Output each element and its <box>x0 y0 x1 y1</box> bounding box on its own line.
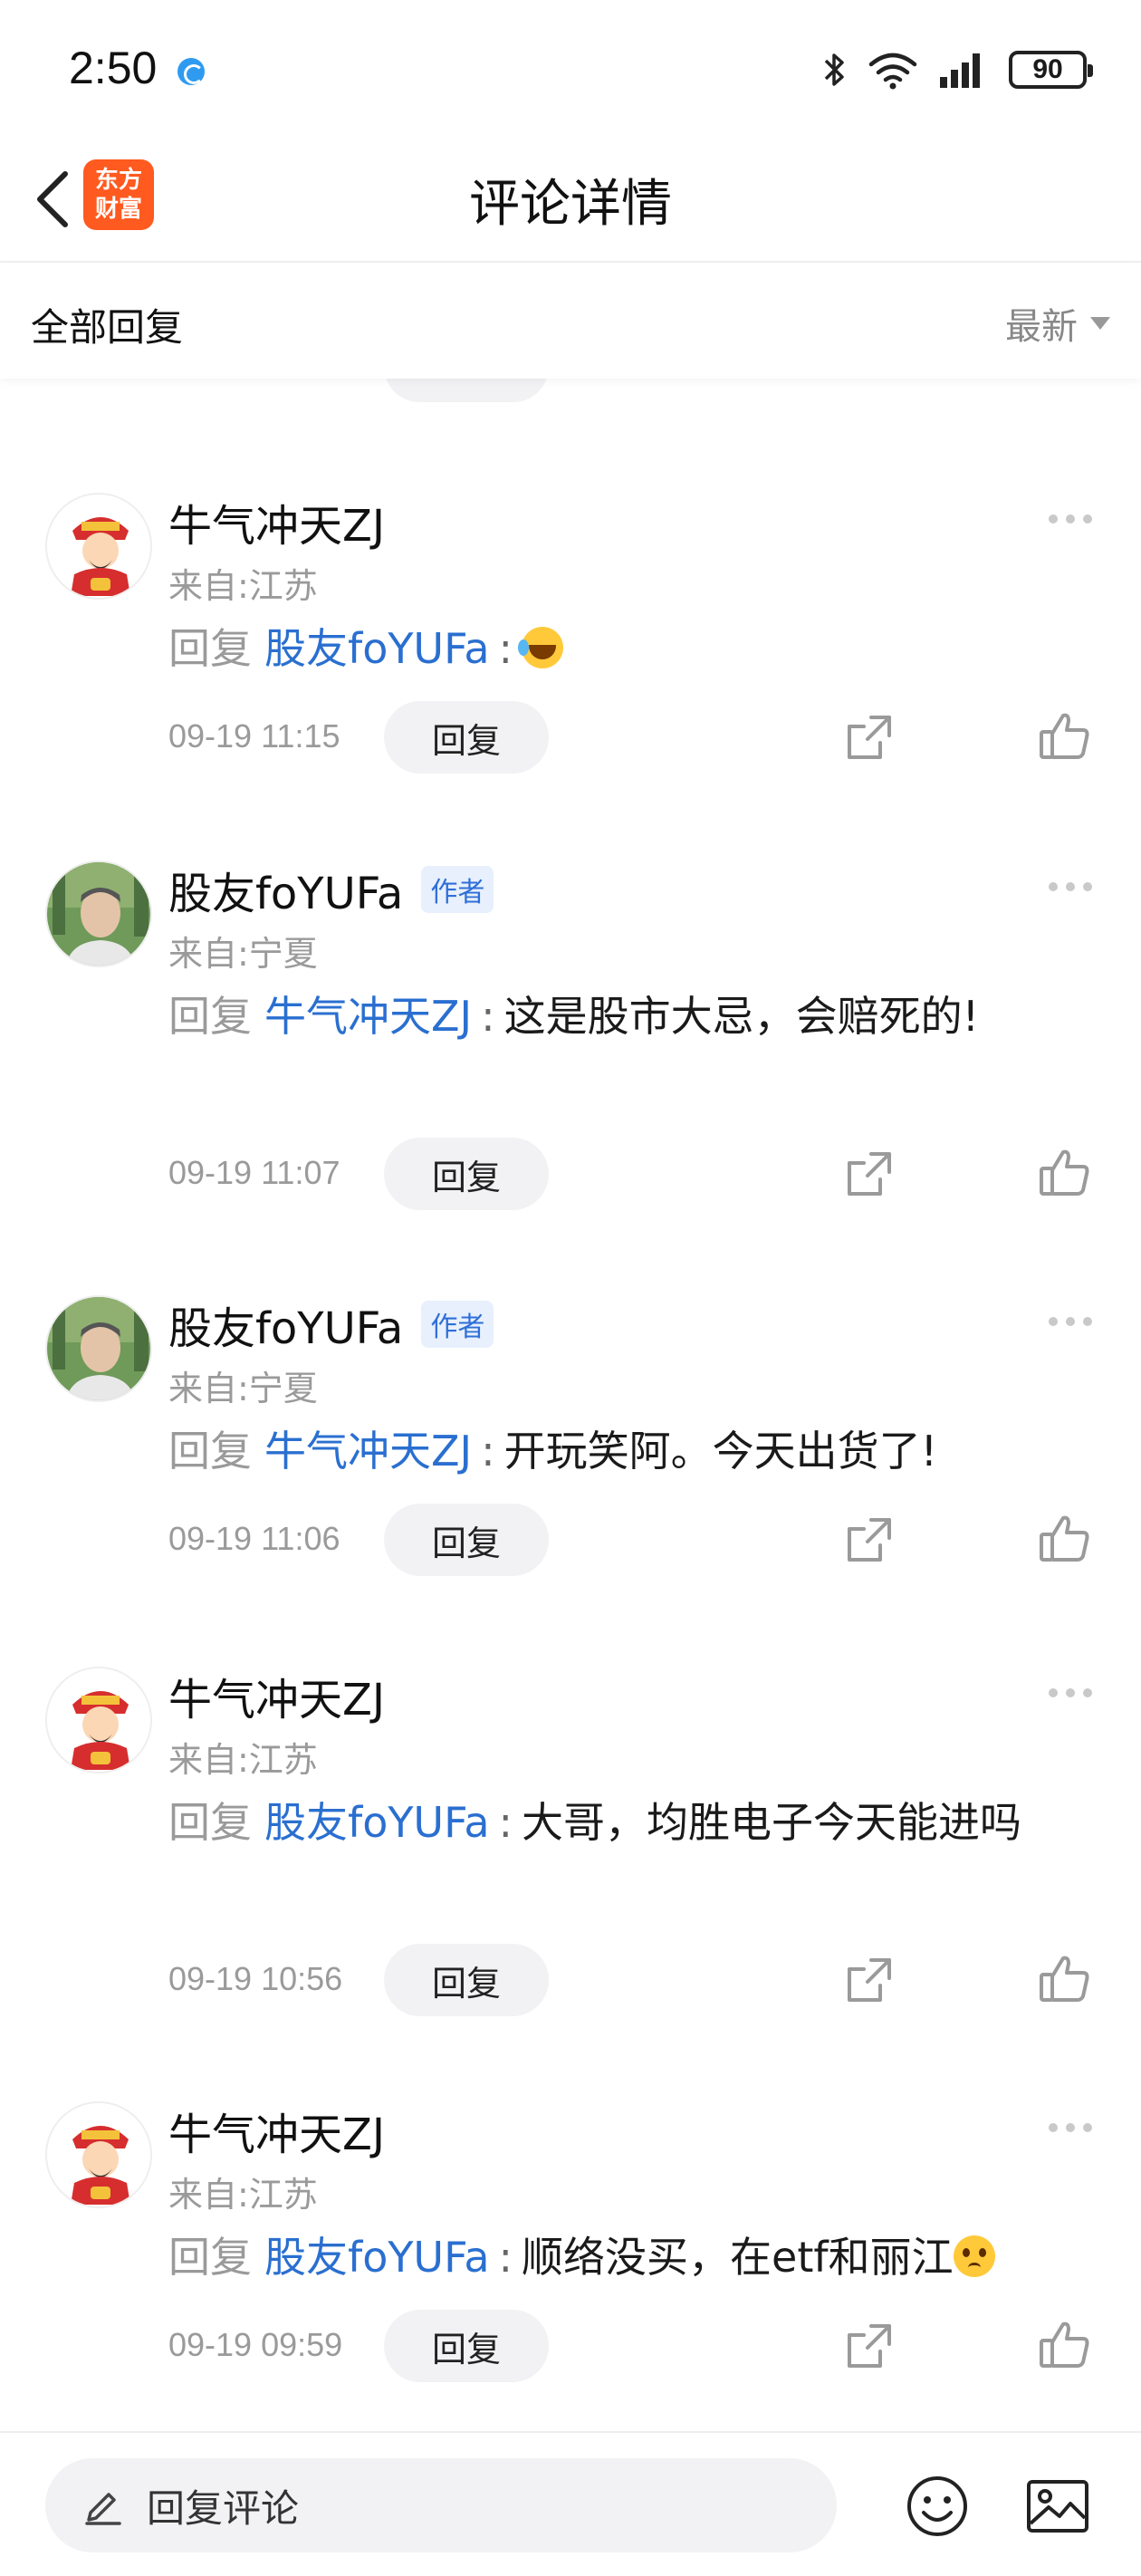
comment-meta: 09-19 10:56 回复 <box>168 1944 1101 2016</box>
comment-text: 这是股市大忌，会赔死的! <box>503 992 980 1041</box>
reply-button[interactable]: 回复 <box>384 701 549 774</box>
comment-content[interactable]: 回复 牛气冲天ZJ: 开玩笑阿。今天出货了! <box>168 1417 1083 1485</box>
comment-content[interactable]: 回复 股友foYUFa: <box>168 614 1083 683</box>
mention-link[interactable]: 股友foYUFa <box>264 2233 490 2282</box>
share-icon[interactable] <box>844 712 895 763</box>
reply-prefix: 回复 <box>168 992 252 1041</box>
caret-down-icon <box>1090 317 1110 330</box>
thumbs-up-icon[interactable] <box>1038 1513 1090 1565</box>
mention-link[interactable]: 牛气冲天ZJ <box>264 1427 472 1475</box>
comment-text: 顺络没买，在etf和丽江 <box>522 2233 954 2282</box>
mention-link[interactable]: 股友foYUFa <box>264 624 490 673</box>
status-icons: 90 <box>822 47 1093 92</box>
share-icon[interactable] <box>844 1514 895 1565</box>
reply-button[interactable]: 回复 <box>384 1944 549 2016</box>
comment-meta: 09-19 11:06 回复 <box>168 1504 1101 1576</box>
timestamp: 09-19 11:06 <box>168 1520 340 1557</box>
comment-meta: 09-19 11:07 回复 <box>168 1138 1101 1210</box>
location-label: 来自:宁夏 <box>168 934 318 974</box>
username[interactable]: 牛气冲天ZJ <box>168 2099 385 2162</box>
avatar[interactable] <box>45 1295 152 1402</box>
username[interactable]: 股友foYUFa <box>168 858 403 921</box>
share-icon[interactable] <box>844 2321 895 2371</box>
user-photo-avatar-icon <box>47 862 150 966</box>
comment-content[interactable]: 回复 股友foYUFa: 顺络没买，在etf和丽江 <box>168 2223 1083 2292</box>
reply-button[interactable]: 回复 <box>384 1138 549 1210</box>
caishen-avatar-icon <box>47 1668 150 1772</box>
thumbs-up-icon[interactable] <box>1038 710 1090 763</box>
user-photo-avatar-icon <box>47 1297 150 1400</box>
wifi-icon <box>868 53 917 90</box>
mention-link[interactable]: 牛气冲天ZJ <box>264 992 472 1041</box>
emoji-icon[interactable] <box>906 2475 969 2538</box>
bottom-input-bar: 回复评论 <box>0 2431 1141 2576</box>
reply-prefix: 回复 <box>168 2233 252 2282</box>
status-time: 2:50 <box>69 43 158 93</box>
thumbs-up-icon[interactable] <box>1038 2319 1090 2371</box>
avatar[interactable] <box>45 860 152 967</box>
pencil-icon <box>85 2493 121 2525</box>
reply-prefix: 回复 <box>168 1427 252 1475</box>
comment-text: 开玩笑阿。今天出货了! <box>503 1427 938 1475</box>
previous-comment-clipped <box>0 379 1141 406</box>
reply-button[interactable]: 回复 <box>384 1504 549 1576</box>
laugh-tears-emoji-icon <box>518 627 564 668</box>
location-label: 来自:宁夏 <box>168 1369 318 1408</box>
page-header: 东方 财富 评论详情 <box>0 136 1141 263</box>
share-icon[interactable] <box>844 1149 895 1199</box>
comment-meta: 09-19 11:15 回复 <box>168 701 1101 774</box>
reply-prefix: 回复 <box>168 1798 252 1847</box>
sort-label: 最新 <box>1005 306 1078 348</box>
thumbs-up-icon[interactable] <box>1038 1953 1090 2005</box>
status-bar: 2:50 90 <box>0 0 1141 136</box>
avatar[interactable] <box>45 1667 152 1773</box>
timestamp: 09-19 10:56 <box>168 1960 343 1997</box>
comment-meta: 09-19 09:59 回复 <box>168 2310 1101 2382</box>
image-icon[interactable] <box>1025 2476 1090 2536</box>
location-label: 来自:江苏 <box>168 2175 318 2215</box>
mention-link[interactable]: 股友foYUFa <box>264 1798 490 1847</box>
reply-input-placeholder: 回复评论 <box>147 2485 300 2531</box>
comment-content[interactable]: 回复 股友foYUFa: 大哥，均胜电子今天能进吗 <box>168 1788 1083 1857</box>
more-options-icon[interactable] <box>1049 1317 1092 1326</box>
page-title: 评论详情 <box>469 175 672 234</box>
reply-comment-input[interactable]: 回复评论 <box>45 2458 837 2552</box>
avatar[interactable] <box>45 2101 152 2208</box>
caishen-avatar-icon <box>47 495 150 598</box>
timestamp: 09-19 09:59 <box>168 2326 343 2363</box>
caishen-avatar-icon <box>47 2103 150 2206</box>
reply-button[interactable]: 回复 <box>384 2310 549 2382</box>
more-options-icon[interactable] <box>1049 882 1092 891</box>
reply-button-clipped[interactable] <box>384 379 549 402</box>
location-label: 来自:江苏 <box>168 1740 318 1780</box>
username[interactable]: 股友foYUFa <box>168 1293 403 1356</box>
battery-indicator: 90 <box>1009 51 1093 89</box>
location-status-icon <box>177 58 205 85</box>
bluetooth-icon <box>824 53 844 86</box>
comment-text: 大哥，均胜电子今天能进吗 <box>522 1798 1022 1847</box>
username[interactable]: 牛气冲天ZJ <box>168 1664 385 1727</box>
sort-dropdown[interactable]: 最新 <box>1005 297 1110 350</box>
sort-bar: 全部回复 最新 <box>0 264 1141 379</box>
comment-content[interactable]: 回复 牛气冲天ZJ: 这是股市大忌，会赔死的! <box>168 982 1083 1051</box>
more-options-icon[interactable] <box>1049 1688 1092 1697</box>
location-label: 来自:江苏 <box>168 566 318 606</box>
pleading-face-emoji-icon <box>953 2235 995 2277</box>
more-options-icon[interactable] <box>1049 2123 1092 2132</box>
all-replies-label: 全部回复 <box>31 305 184 350</box>
share-icon[interactable] <box>844 1955 895 2005</box>
reply-prefix: 回复 <box>168 624 252 673</box>
timestamp: 09-19 11:15 <box>168 717 340 755</box>
more-options-icon[interactable] <box>1049 514 1092 524</box>
signal-icon <box>940 53 980 88</box>
timestamp: 09-19 11:07 <box>168 1154 340 1191</box>
username[interactable]: 牛气冲天ZJ <box>168 490 385 553</box>
author-badge: 作者 <box>421 866 494 913</box>
avatar[interactable] <box>45 493 152 600</box>
author-badge: 作者 <box>421 1301 494 1348</box>
thumbs-up-icon[interactable] <box>1038 1147 1090 1199</box>
